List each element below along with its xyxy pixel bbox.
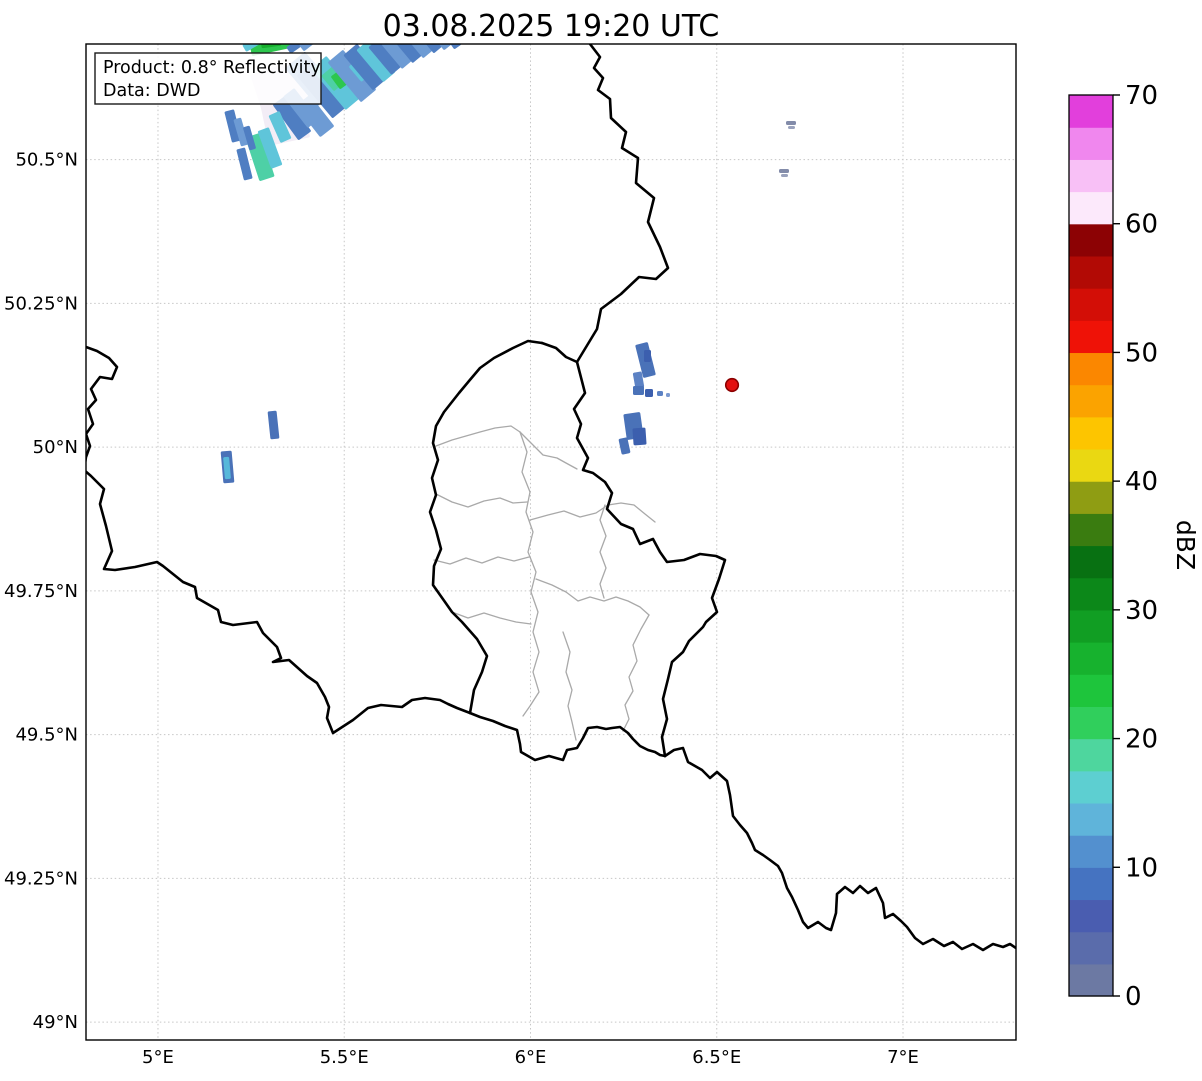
colorbar-tick-labels: 0 10 20 30 40 50 60 70 [1113, 81, 1158, 1012]
colorbar [1069, 95, 1113, 997]
colorbar-segment [1069, 223, 1113, 257]
x-axis-tick-labels: 5°E 5.5°E 6°E 6.5°E 7°E [142, 1047, 919, 1068]
colorbar-segment [1069, 802, 1113, 836]
colorbar-segment [1069, 867, 1113, 901]
colorbar-segment [1069, 674, 1113, 707]
x-tick-label: 5°E [142, 1047, 174, 1068]
radar-echo-patch [779, 169, 789, 173]
colorbar-segment [1069, 609, 1113, 643]
radar-echo-patch [786, 121, 796, 125]
radar-echo-patch [645, 389, 653, 397]
colorbar-segment [1069, 127, 1113, 160]
y-tick-label: 50.5°N [15, 150, 78, 171]
colorbar-segment [1069, 95, 1113, 128]
colorbar-segment [1069, 577, 1113, 611]
y-axis-tick-labels: 50.5°N 50.25°N 50°N 49.75°N 49.5°N 49.25°N 49°… [4, 150, 78, 1034]
colorbar-tick-label: 50 [1125, 338, 1158, 368]
radar-echo-patch [644, 350, 651, 362]
colorbar-segment [1069, 738, 1113, 772]
radar-echo-patch [657, 391, 663, 396]
colorbar-segment [1069, 159, 1113, 193]
radar-echo-patch [632, 427, 647, 446]
colorbar-tick-label: 20 [1125, 725, 1158, 755]
colorbar-segment [1069, 191, 1113, 225]
colorbar-tick-label: 10 [1125, 853, 1158, 883]
colorbar-unit-label: dBZ [1171, 520, 1200, 570]
colorbar-tick-label: 30 [1125, 596, 1158, 626]
x-tick-label: 5.5°E [320, 1047, 369, 1068]
product-info-line2: Data: DWD [103, 81, 201, 101]
x-tick-label: 6.5°E [692, 1047, 741, 1068]
radar-echo-patch [781, 174, 788, 177]
radar-echo-patch [633, 386, 644, 395]
colorbar-tick-label: 60 [1125, 210, 1158, 240]
radar-echo-patch [788, 126, 795, 129]
colorbar-segment [1069, 963, 1113, 997]
radar-map-canvas: 5°E 5.5°E 6°E 6.5°E 7°E 50.5°N 50.25°N 50°N 49.… [4, 9, 1200, 1068]
colorbar-segment [1069, 448, 1113, 482]
colorbar-segment [1069, 770, 1113, 804]
x-tick-label: 7°E [887, 1047, 919, 1068]
colorbar-segment [1069, 899, 1113, 933]
colorbar-segment [1069, 384, 1113, 418]
colorbar-segment [1069, 835, 1113, 868]
colorbar-tick-label: 40 [1125, 467, 1158, 497]
colorbar-segment [1069, 545, 1113, 579]
colorbar-segment [1069, 513, 1113, 547]
y-tick-label: 49.25°N [4, 868, 78, 889]
product-info-box: Product: 0.8° Reflectivity Data: DWD [94, 52, 322, 105]
colorbar-segment [1069, 481, 1113, 514]
colorbar-segment [1069, 352, 1113, 386]
station-marker [724, 377, 740, 393]
x-tick-label: 6°E [515, 1047, 547, 1068]
colorbar-tick-label: 0 [1125, 982, 1142, 1012]
station-marker-dot [724, 377, 740, 393]
y-tick-label: 50.25°N [4, 293, 78, 314]
y-tick-label: 49.5°N [15, 725, 78, 746]
y-tick-label: 49°N [33, 1012, 78, 1033]
radar-map-figure: 5°E 5.5°E 6°E 6.5°E 7°E 50.5°N 50.25°N 50°N 49.… [0, 0, 1202, 1081]
y-tick-label: 49.75°N [4, 581, 78, 602]
figure-title: 03.08.2025 19:20 UTC [383, 9, 720, 44]
colorbar-segment [1069, 416, 1113, 450]
colorbar-segment [1069, 706, 1113, 740]
colorbar-tick-label: 70 [1125, 81, 1158, 111]
colorbar-segment [1069, 320, 1113, 354]
y-tick-label: 50°N [33, 437, 78, 458]
colorbar-segment [1069, 288, 1113, 321]
colorbar-segment [1069, 931, 1113, 965]
colorbar-segment [1069, 255, 1113, 289]
radar-echo-patch [666, 393, 670, 397]
colorbar-segment [1069, 642, 1113, 675]
product-info-line1: Product: 0.8° Reflectivity [103, 58, 321, 78]
